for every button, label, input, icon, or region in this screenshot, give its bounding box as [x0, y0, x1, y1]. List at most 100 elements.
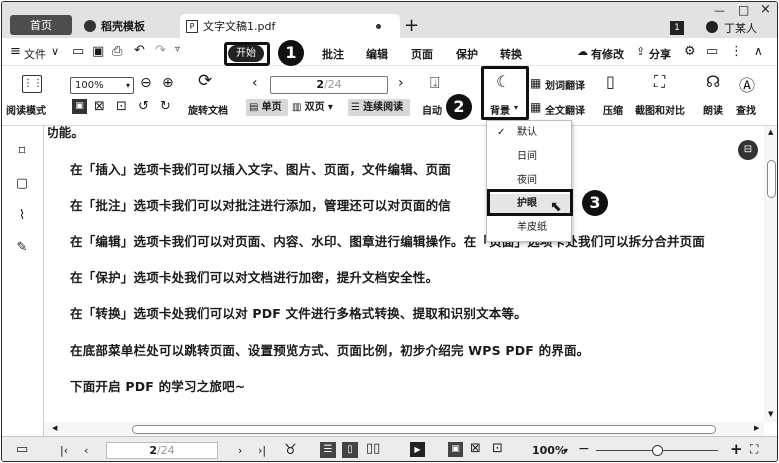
read-aloud-label[interactable]: 朗读 [703, 102, 723, 117]
comment-icon[interactable]: ▭ [706, 44, 718, 59]
eye-protect-icon[interactable]: ♉ [284, 442, 297, 458]
hamburger-icon[interactable]: ≡ [10, 44, 21, 59]
actual-size-icon[interactable]: ⊡ [116, 99, 127, 114]
fit-width-icon[interactable]: ⊠ [94, 99, 105, 114]
single-page-button[interactable]: ▤ 单页 [246, 99, 288, 116]
signature-icon[interactable]: ✎ [14, 240, 30, 256]
fit-page-status-icon[interactable]: ▣ [448, 442, 463, 457]
page-view-icon[interactable]: ▯ [342, 442, 358, 458]
chevron-down-icon[interactable]: ∨ [51, 45, 59, 58]
tab-docer[interactable]: 稻壳模板 [78, 14, 178, 38]
scroll-left-icon[interactable]: ◀ [52, 424, 57, 432]
zoom-in-button[interactable]: + [730, 440, 743, 458]
unsaved-dot-icon[interactable] [376, 24, 381, 29]
status-page-input[interactable]: 2/24 [106, 442, 218, 459]
minimize-icon[interactable]: — [714, 4, 725, 17]
tab-document[interactable]: P 文字文稿1.pdf [180, 14, 400, 38]
modified-status[interactable]: 有修改 [591, 46, 624, 62]
zoom-select[interactable]: 100% ▾ [70, 77, 134, 94]
menu-convert[interactable]: 转换 [500, 46, 522, 62]
bg-option-parchment[interactable]: 羊皮纸 [487, 218, 571, 238]
full-translate-label[interactable]: 全文翻译 [545, 102, 585, 117]
rotate-right-icon[interactable]: ↻ [160, 99, 171, 114]
attachment-icon[interactable]: ⌇ [14, 208, 30, 224]
share-button[interactable]: 分享 [649, 46, 671, 62]
find-label[interactable]: 查找 [736, 102, 756, 117]
screenshot-label[interactable]: 截图和对比 [635, 102, 685, 117]
prev-page-icon[interactable]: ‹ [252, 75, 258, 91]
zoom-slider-thumb[interactable] [652, 445, 663, 456]
save-icon[interactable]: ▣ [92, 44, 104, 59]
scroll-up-icon[interactable]: ▲ [768, 128, 773, 136]
open-folder-icon[interactable]: ▭ [72, 44, 84, 59]
zoom-out-button[interactable]: − [578, 441, 590, 457]
next-page-icon[interactable]: › [238, 444, 242, 457]
rotate-doc-icon[interactable]: ⟳ [198, 71, 212, 91]
compress-icon[interactable]: ▯ [606, 72, 615, 91]
user-name[interactable]: 丁某人 [724, 20, 757, 36]
double-view-icon[interactable]: ▯▯ [366, 441, 380, 456]
bg-option-day[interactable]: 日间 [487, 147, 571, 167]
vertical-scrollbar[interactable]: ▲ ▼ [764, 126, 777, 422]
fit-width-status-icon[interactable]: ⊠ [470, 441, 481, 456]
read-mode-icon[interactable]: ⋮⋮ [22, 75, 43, 93]
rotate-doc-label[interactable]: 旋转文档 [188, 102, 228, 117]
read-mode-label[interactable]: 阅读模式 [6, 102, 46, 117]
first-page-icon[interactable]: |‹ [60, 444, 68, 457]
zoom-out-icon[interactable]: ⊖ [140, 75, 152, 91]
menu-page[interactable]: 页面 [411, 46, 433, 62]
menu-file[interactable]: 文件 [24, 46, 46, 62]
zoom-in-icon[interactable]: ⊕ [162, 75, 174, 91]
collapse-ribbon-icon[interactable]: ∧ [754, 44, 763, 58]
more-dropdown-icon[interactable]: ▿ [175, 44, 180, 55]
full-translate-icon[interactable]: ▦ [530, 100, 541, 114]
bg-option-night[interactable]: 夜间 [487, 171, 571, 191]
last-page-icon[interactable]: ›| [258, 444, 266, 457]
auto-scroll-icon[interactable]: ⍗ [430, 73, 440, 93]
rotate-left-icon[interactable]: ↺ [138, 99, 149, 114]
more-icon[interactable]: ⋮ [730, 44, 743, 59]
scroll-down-icon[interactable]: ▼ [768, 410, 773, 418]
next-page-icon[interactable]: › [398, 75, 404, 91]
word-translate-label[interactable]: 划词翻译 [545, 77, 585, 92]
page-input[interactable]: 2/24 [270, 76, 388, 94]
double-page-button[interactable]: ▥ 双页 ▾ [292, 99, 346, 116]
horizontal-scrollbar[interactable]: ◀ ▶ [44, 422, 764, 436]
settings-icon[interactable]: ⚙ [684, 44, 696, 59]
compress-label[interactable]: 压缩 [603, 102, 623, 117]
print-icon[interactable]: ⎙ [112, 44, 122, 59]
single-view-icon[interactable]: ☰ [320, 442, 336, 458]
maximize-icon[interactable]: □ [738, 3, 749, 17]
bg-option-default[interactable]: ✓ 默认 [487, 123, 571, 143]
actual-size-status-icon[interactable]: ⊡ [492, 441, 503, 456]
floating-tool-icon[interactable]: ⊟ [738, 140, 758, 160]
horizontal-scroll-thumb[interactable] [132, 425, 716, 434]
menu-protect[interactable]: 保护 [456, 46, 478, 62]
avatar-icon[interactable] [706, 21, 718, 33]
close-icon[interactable]: × [760, 2, 771, 17]
read-aloud-icon[interactable]: ☊ [706, 72, 720, 91]
redo-icon[interactable]: ↷ [155, 43, 166, 58]
find-icon[interactable]: Ⓐ [739, 72, 755, 96]
auto-scroll-label[interactable]: 自动 [422, 102, 442, 117]
scroll-right-icon[interactable]: ▶ [754, 424, 759, 432]
word-translate-icon[interactable]: ▦ [530, 76, 541, 90]
bookmark-icon[interactable]: ⌑ [14, 144, 30, 160]
sidebar-toggle-icon[interactable]: ▭ [16, 442, 28, 457]
screenshot-icon[interactable]: ⛶ [654, 72, 665, 92]
thumbnail-icon[interactable]: ▢ [14, 176, 30, 192]
fit-page-icon[interactable]: ▣ [72, 99, 87, 114]
tab-home[interactable]: 首页 [10, 15, 72, 35]
menu-edit[interactable]: 编辑 [366, 46, 388, 62]
zoom-level[interactable]: 100% [532, 444, 566, 457]
new-tab-button[interactable]: + [404, 15, 419, 36]
fullscreen-icon[interactable]: ⛶ [750, 442, 758, 457]
zoom-dropdown-icon[interactable]: ▾ [564, 446, 568, 455]
continuous-read-button[interactable]: ☰ 连续阅读 [348, 99, 410, 116]
play-icon[interactable]: ▶ [410, 442, 425, 457]
prev-page-icon[interactable]: ‹ [84, 444, 88, 457]
menu-annotate[interactable]: 批注 [322, 46, 344, 62]
undo-icon[interactable]: ↶ [134, 43, 145, 58]
vertical-scroll-thumb[interactable] [767, 160, 776, 198]
single-page-icon: ▤ [249, 102, 259, 113]
